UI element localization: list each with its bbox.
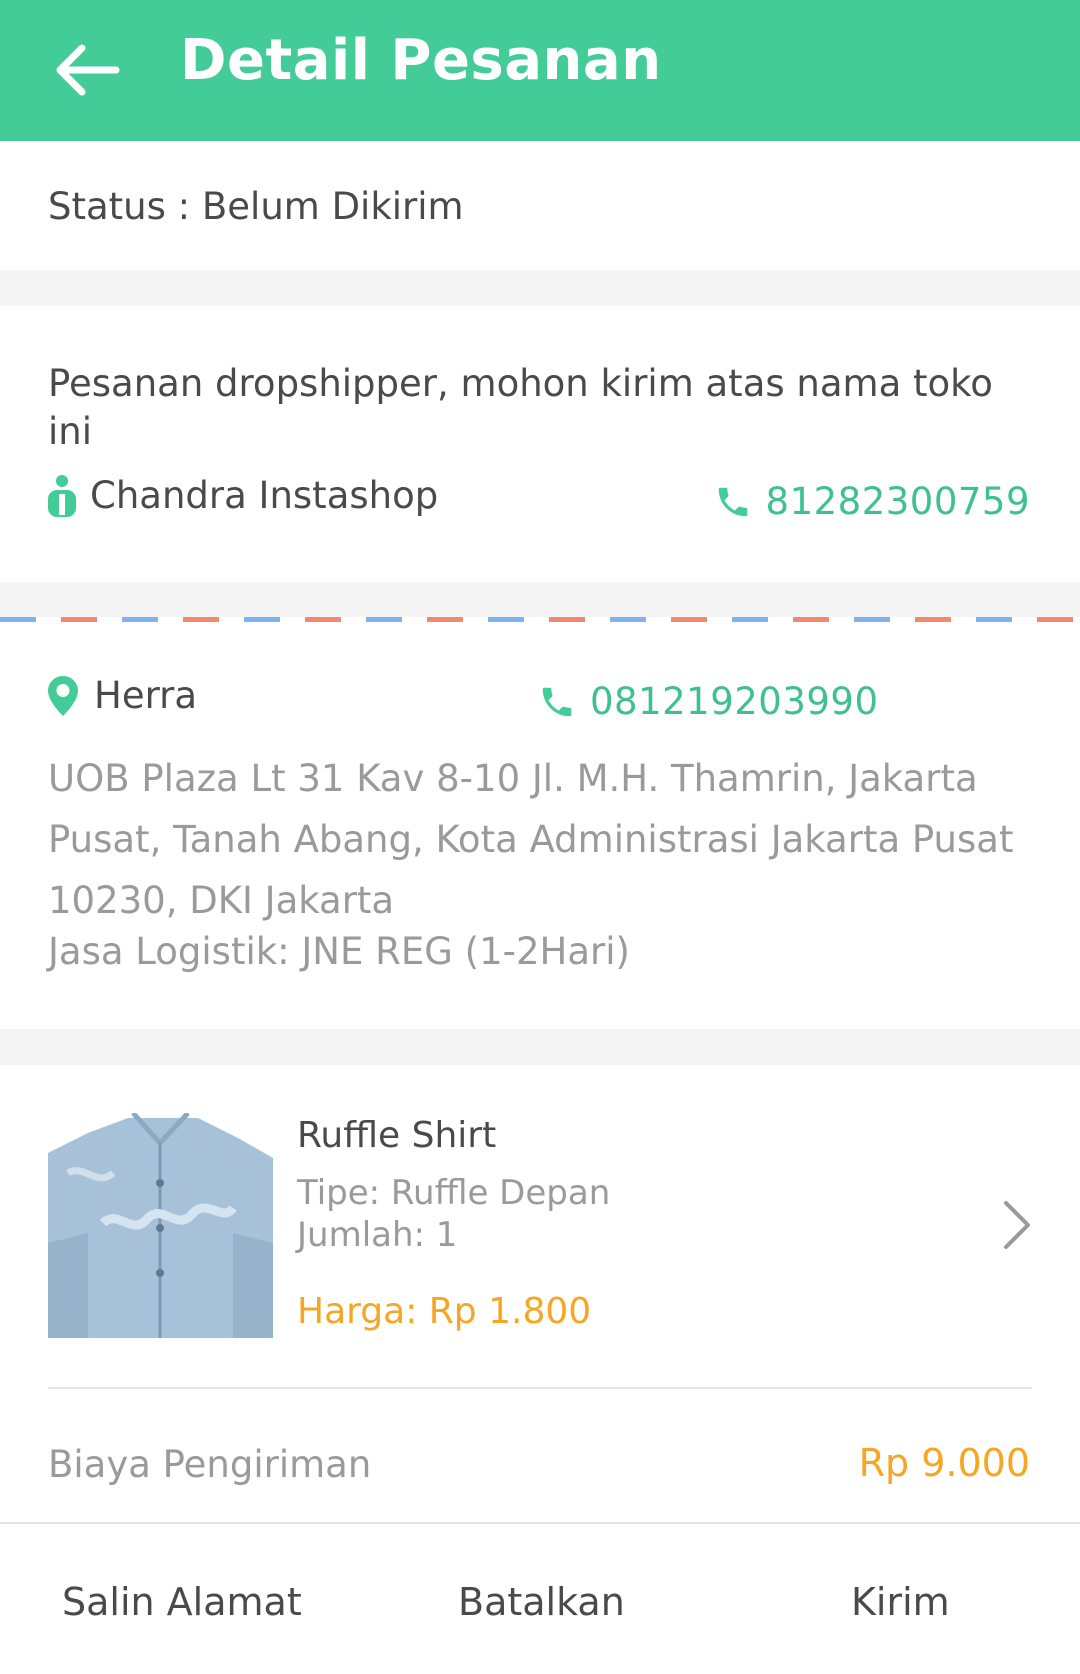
- dropship-note: Pesanan dropshipper, mohon kirim atas na…: [48, 362, 993, 453]
- shipping-cost-label: Biaya Pengiriman: [48, 1443, 372, 1486]
- shop-phone[interactable]: 81282300759: [714, 480, 1030, 523]
- section-gap: [0, 1029, 1080, 1065]
- order-status: Status : Belum Dikirim: [48, 185, 464, 228]
- location-pin-icon: [48, 675, 78, 716]
- phone-icon: [542, 687, 572, 716]
- product-name: Ruffle Shirt: [297, 1115, 497, 1156]
- status-section: Status : Belum Dikirim: [0, 141, 1080, 270]
- arrow-left-icon: [56, 44, 120, 96]
- product-thumbnail: [48, 1113, 273, 1338]
- section-gap: [0, 582, 1080, 617]
- product-section: Ruffle Shirt Tipe: Ruffle Depan Jumlah: …: [0, 1065, 1080, 1523]
- phone-icon: [718, 487, 747, 516]
- send-button[interactable]: Kirim: [851, 1580, 950, 1624]
- bottom-action-bar: Salin Alamat Batalkan Kirim: [0, 1522, 1080, 1674]
- copy-address-button[interactable]: Salin Alamat: [62, 1580, 302, 1624]
- product-variant: Tipe: Ruffle Depan: [297, 1173, 611, 1213]
- address-section: Herra 081219203990 UOB Plaza Lt 31 Kav 8…: [0, 622, 1080, 1029]
- section-gap: [0, 270, 1080, 306]
- recipient-info: Herra: [48, 674, 197, 717]
- product-image[interactable]: [48, 1113, 273, 1338]
- app-header: Detail Pesanan: [0, 0, 1080, 141]
- dropship-section: Pesanan dropshipper, mohon kirim atas na…: [0, 306, 1080, 582]
- product-price: Harga: Rp 1.800: [297, 1291, 592, 1332]
- product-quantity: Jumlah: 1: [297, 1215, 458, 1255]
- logistic-service: Jasa Logistik: JNE REG (1-2Hari): [48, 930, 630, 973]
- recipient-name: Herra: [94, 674, 198, 717]
- page-title: Detail Pesanan: [180, 28, 662, 93]
- divider: [48, 1387, 1032, 1389]
- person-icon: [48, 474, 76, 517]
- address-text: UOB Plaza Lt 31 Kav 8-10 Jl. M.H. Thamri…: [48, 757, 1014, 922]
- back-button[interactable]: [38, 22, 134, 118]
- shipping-cost-value: Rp 9.000: [858, 1441, 1030, 1485]
- chevron-right-icon[interactable]: [996, 1195, 1036, 1255]
- shop-info: Chandra Instashop: [48, 474, 438, 517]
- cancel-button[interactable]: Batalkan: [458, 1580, 625, 1624]
- recipient-phone-number: 081219203990: [590, 680, 879, 723]
- shop-phone-number: 81282300759: [765, 480, 1030, 523]
- shop-name: Chandra Instashop: [90, 474, 439, 517]
- recipient-phone[interactable]: 081219203990: [538, 680, 879, 723]
